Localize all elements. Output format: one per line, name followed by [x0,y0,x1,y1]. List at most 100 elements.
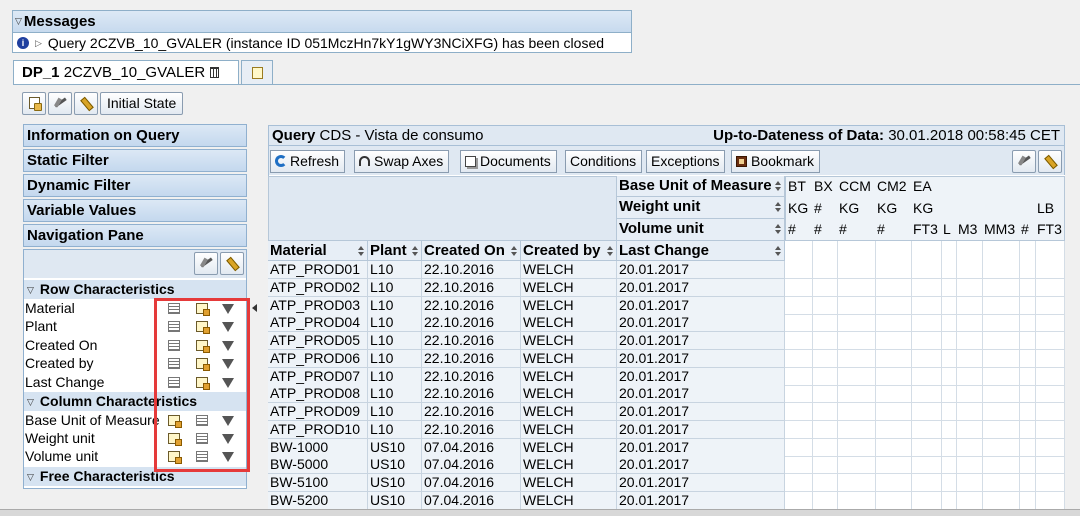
bookmark-button[interactable]: Bookmark [731,150,821,173]
base-unit-value[interactable]: BX [813,177,833,195]
dim-header-base-unit[interactable]: Base Unit of Measure [617,176,785,197]
weight-unit-value[interactable]: # [813,199,822,217]
volume-unit-value[interactable]: # [876,220,885,238]
grid-line [785,349,1065,350]
base-unit-value[interactable]: EA [912,177,932,195]
table-cell[interactable]: ATP_PROD01 [268,261,368,279]
row-char-material[interactable]: Material [25,299,75,317]
col-char-weight-unit[interactable]: Weight unit [25,429,95,447]
collapse-triangle-icon[interactable]: ▽ [27,397,34,407]
table-cell[interactable]: ATP_PROD10 [268,421,368,439]
nav-variable-values[interactable]: Variable Values [23,199,247,222]
weight-unit-value[interactable]: LB [1036,199,1054,217]
nav-edit-button[interactable] [220,252,244,275]
edit-button[interactable] [74,92,98,115]
table-cell[interactable]: ATP_PROD07 [268,368,368,386]
col-header-created-by[interactable]: Created by [521,241,617,261]
tab-dp1[interactable]: DP_1 2CZVB_10_GVALER [13,60,239,85]
table-cell[interactable]: ATP_PROD03 [268,297,368,315]
row-char-created-on[interactable]: Created On [25,336,97,354]
base-unit-value[interactable]: CM2 [876,177,907,195]
weight-unit-value[interactable]: KG [838,199,859,217]
table-cell[interactable]: BW-5200 [268,492,368,510]
col-char-base-unit[interactable]: Base Unit of Measure [25,411,160,429]
sort-icon[interactable] [775,224,781,234]
query-name: CDS - Vista de consumo [319,127,484,144]
trash-icon[interactable] [210,66,220,78]
nav-static-filter[interactable]: Static Filter [23,149,247,172]
col-header-material[interactable]: Material [268,241,368,261]
sort-icon[interactable] [775,202,781,212]
nav-navigation-pane[interactable]: Navigation Pane [23,224,247,247]
collapse-triangle-icon[interactable]: ▽ [27,472,34,482]
volume-unit-value[interactable]: # [813,220,822,238]
grid-line [956,241,957,516]
settings-button[interactable] [48,92,72,115]
sort-icon[interactable] [607,246,613,256]
col-char-volume-unit[interactable]: Volume unit [25,447,98,465]
expand-triangle-icon[interactable]: ▷ [35,33,42,53]
new-tab-button[interactable] [241,60,273,85]
nav-settings-button[interactable] [194,252,218,275]
table-cell: 20.01.2017 [617,368,785,386]
refresh-button[interactable]: Refresh [270,150,346,173]
weight-unit-value[interactable]: KG [912,199,933,217]
volume-unit-value[interactable]: L [942,220,951,238]
table-cell: WELCH [521,261,617,279]
nav-information-on-query[interactable]: Information on Query [23,124,247,147]
messages-header[interactable]: ▽ Messages [13,11,631,33]
collapse-triangle-icon[interactable]: ▽ [27,285,34,295]
table-cell[interactable]: BW-5100 [268,474,368,492]
sort-icon[interactable] [412,246,418,256]
weight-unit-value[interactable]: KG [787,199,808,217]
documents-button[interactable]: Documents [460,150,557,173]
volume-unit-value[interactable]: MM3 [983,220,1015,238]
base-unit-value[interactable]: BT [787,177,806,195]
table-cell[interactable]: ATP_PROD06 [268,350,368,368]
table-cell: 07.04.2016 [422,456,521,474]
sort-icon[interactable] [511,246,517,256]
open-button[interactable] [22,92,46,115]
volume-unit-value[interactable]: FT3 [912,220,938,238]
dim-header-weight-unit[interactable]: Weight unit [617,197,785,219]
table-cell[interactable]: BW-1000 [268,439,368,457]
table-cell[interactable]: ATP_PROD08 [268,385,368,403]
col-header-last-change[interactable]: Last Change [617,241,785,261]
base-unit-value[interactable]: CCM [838,177,871,195]
row-characteristics-header[interactable]: ▽ Row Characteristics [24,280,246,299]
col-header-plant[interactable]: Plant [368,241,422,261]
volume-unit-value[interactable]: FT3 [1036,220,1062,238]
swap-axes-button[interactable]: Swap Axes [354,150,450,173]
row-char-plant[interactable]: Plant [25,317,57,335]
volume-unit-value[interactable]: # [1020,220,1029,238]
table-cell[interactable]: BW-5000 [268,456,368,474]
weight-unit-value[interactable]: KG [876,199,897,217]
query-settings-button[interactable] [1012,150,1036,173]
query-edit-button[interactable] [1038,150,1062,173]
volume-unit-value[interactable]: # [838,220,847,238]
row-char-created-by[interactable]: Created by [25,354,93,372]
nav-dynamic-filter[interactable]: Dynamic Filter [23,174,247,197]
collapse-triangle-icon[interactable]: ▽ [15,16,22,26]
volume-unit-value[interactable]: # [787,220,796,238]
table-cell[interactable]: ATP_PROD02 [268,279,368,297]
sort-icon[interactable] [358,246,364,256]
table-cell[interactable]: ATP_PROD04 [268,314,368,332]
table-cell[interactable]: ATP_PROD05 [268,332,368,350]
initial-state-button[interactable]: Initial State [100,92,184,115]
horizontal-scrollbar[interactable] [0,509,1080,516]
table-cell: 22.10.2016 [422,421,521,439]
scroll-left-arrow-icon[interactable] [252,304,257,312]
table-cell: WELCH [521,314,617,332]
conditions-button[interactable]: Conditions [565,150,643,173]
exceptions-button[interactable]: Exceptions [646,150,726,173]
col-header-created-on[interactable]: Created On [422,241,521,261]
table-cell: 20.01.2017 [617,350,785,368]
sort-icon[interactable] [775,181,781,191]
volume-unit-value[interactable]: M3 [957,220,977,238]
grid-line [875,241,876,516]
sort-icon[interactable] [775,246,781,256]
dim-header-volume-unit[interactable]: Volume unit [617,219,785,241]
row-char-last-change[interactable]: Last Change [25,373,104,391]
table-cell[interactable]: ATP_PROD09 [268,403,368,421]
